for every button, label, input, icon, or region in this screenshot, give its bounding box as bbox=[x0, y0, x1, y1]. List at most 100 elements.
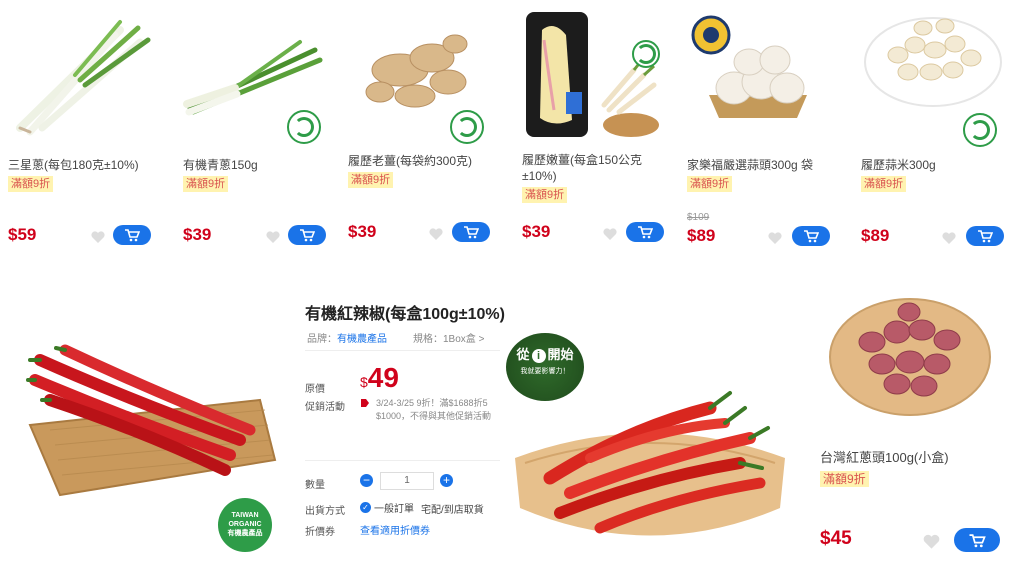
organic-certification-icon bbox=[287, 110, 321, 144]
product-image-red-chili-basket[interactable] bbox=[10, 330, 280, 505]
spec-row[interactable]: 規格：1Box盒 > bbox=[413, 330, 484, 345]
cart-icon bbox=[125, 229, 140, 242]
product-image-red-shallot[interactable] bbox=[812, 272, 1008, 422]
tag-icon bbox=[361, 399, 369, 407]
cart-icon bbox=[804, 230, 819, 243]
cart-icon bbox=[300, 229, 315, 242]
coupon-label: 折價券 bbox=[305, 527, 335, 538]
quantity-label: 數量 bbox=[305, 480, 325, 491]
promo-text-line2: $1000，不得與其他促銷活動 bbox=[376, 411, 492, 421]
spec-value[interactable]: 1Box盒 > bbox=[443, 334, 484, 345]
cart-icon bbox=[969, 533, 986, 547]
product-price: $89 bbox=[687, 226, 716, 245]
discount-badge: 滿額9折 bbox=[861, 176, 907, 192]
discount-badge: 滿額9折 bbox=[183, 176, 229, 192]
product-price: $59 bbox=[8, 225, 37, 244]
heart-icon[interactable] bbox=[428, 226, 444, 242]
product-card[interactable]: 台灣紅蔥頭100g(小盒) 滿額9折 $45 bbox=[812, 272, 1008, 572]
price-label: 原價 bbox=[305, 384, 325, 395]
promo-text-line1: 3/24-3/25 9折！滿$1688折5 bbox=[376, 398, 488, 408]
cart-icon bbox=[464, 226, 479, 239]
product-card[interactable]: 三星蔥(每包180克±10%) 滿額9折 $59 bbox=[0, 0, 158, 256]
heart-icon[interactable] bbox=[767, 230, 783, 246]
product-price: $39 bbox=[348, 222, 377, 241]
product-name[interactable]: 履歷老薑(每袋約300克) bbox=[348, 153, 491, 169]
promo-label: 促銷活動 bbox=[305, 402, 345, 413]
shipping-option-regular[interactable]: ✓ 一般訂單 bbox=[360, 500, 414, 515]
heart-icon[interactable] bbox=[941, 230, 957, 246]
currency-symbol: $ bbox=[360, 374, 368, 390]
discount-badge: 滿額9折 bbox=[348, 172, 394, 188]
promo-banner-headline: 從 i 開始 bbox=[506, 347, 584, 363]
organic-certification-icon bbox=[450, 110, 484, 144]
product-name[interactable]: 履歷蒜米300g bbox=[861, 157, 1004, 173]
check-circle-icon: ✓ bbox=[360, 502, 371, 513]
product-price: $39 bbox=[183, 225, 212, 244]
cart-icon bbox=[638, 226, 653, 239]
cart-icon bbox=[978, 230, 993, 243]
heart-icon[interactable] bbox=[922, 532, 941, 551]
organic-logo-line2: ORGANIC bbox=[228, 521, 262, 528]
brand-row: 品牌：有機農產品 bbox=[307, 330, 387, 345]
shipping-option-delivery[interactable]: 宅配/到店取貨 bbox=[421, 501, 484, 516]
add-to-cart-button[interactable] bbox=[452, 222, 490, 242]
add-to-cart-button[interactable] bbox=[954, 528, 1000, 552]
product-name[interactable]: 履歷嫩薑(每盒150公克±10%) bbox=[522, 152, 665, 184]
product-price: $39 bbox=[522, 222, 551, 241]
add-to-cart-button[interactable] bbox=[966, 226, 1004, 246]
price-value: 49 bbox=[367, 362, 399, 393]
organic-logo-line3: 有機農產品 bbox=[227, 530, 263, 537]
product-card[interactable]: 履歷嫩薑(每盒150公克±10%) 滿額9折 $39 bbox=[514, 0, 671, 256]
increase-quantity-button[interactable]: + bbox=[440, 474, 453, 487]
promo-banner-word-2: 開始 bbox=[547, 347, 574, 362]
product-name[interactable]: 有機青蔥150g bbox=[183, 157, 327, 173]
discount-badge: 滿額9折 bbox=[8, 176, 54, 192]
heart-icon[interactable] bbox=[265, 229, 281, 245]
product-card[interactable]: 履歷老薑(每袋約300克) 滿額9折 $39 bbox=[340, 0, 497, 256]
add-to-cart-button[interactable] bbox=[113, 225, 151, 245]
product-card[interactable]: 有機青蔥150g 滿額9折 $39 bbox=[175, 0, 333, 256]
organic-logo-line1: TAIWAN bbox=[231, 512, 259, 519]
product-image-garlic[interactable] bbox=[679, 0, 836, 140]
product-name[interactable]: 家樂福嚴選蒜頭300g 袋 bbox=[687, 157, 830, 173]
original-price: $109 bbox=[687, 212, 710, 223]
product-image-green-onion[interactable] bbox=[0, 0, 158, 140]
detail-price: $49 bbox=[360, 362, 399, 394]
product-name[interactable]: 三星蔥(每包180克±10%) bbox=[8, 157, 152, 173]
promo-banner-slogan: 我就要影響力！ bbox=[520, 368, 570, 375]
organic-logo: TAIWAN ORGANIC 有機農產品 bbox=[218, 498, 272, 552]
discount-badge: 滿額9折 bbox=[687, 176, 733, 192]
coupon-link[interactable]: 查看適用折價券 bbox=[360, 522, 430, 537]
brand-label: 品牌： bbox=[307, 334, 337, 345]
product-name[interactable]: 台灣紅蔥頭100g(小盒) bbox=[820, 450, 1002, 466]
product-card[interactable]: 家樂福嚴選蒜頭300g 袋 滿額9折 $109 $89 bbox=[679, 0, 836, 256]
plus-icon: + bbox=[442, 473, 450, 487]
promo-banner[interactable]: 從 i 開始 我就要影響力！ bbox=[506, 333, 584, 401]
product-title: 有機紅辣椒(每盒100g±10%) bbox=[305, 306, 505, 323]
quantity-input[interactable]: 1 bbox=[380, 472, 434, 490]
brand-link[interactable]: 有機農產品 bbox=[337, 334, 387, 345]
add-to-cart-button[interactable] bbox=[288, 225, 326, 245]
promo-banner-word-1: 從 bbox=[516, 347, 530, 362]
organic-certification-icon bbox=[632, 40, 660, 68]
heart-icon[interactable] bbox=[602, 226, 618, 242]
discount-badge: 滿額9折 bbox=[820, 471, 869, 487]
organic-certification-icon bbox=[963, 113, 997, 147]
product-price: $45 bbox=[820, 528, 852, 549]
promo-banner-i: i bbox=[531, 349, 546, 363]
divider bbox=[305, 460, 500, 461]
product-price: $89 bbox=[861, 226, 890, 245]
product-image-young-ginger[interactable] bbox=[514, 0, 671, 140]
product-card[interactable]: 履歷蒜米300g 滿額9折 $89 bbox=[853, 0, 1010, 256]
spec-label: 規格： bbox=[413, 334, 443, 345]
decrease-quantity-button[interactable]: − bbox=[360, 474, 373, 487]
heart-icon[interactable] bbox=[90, 229, 106, 245]
divider bbox=[305, 350, 500, 351]
add-to-cart-button[interactable] bbox=[626, 222, 664, 242]
shipping-option-regular-label: 一般訂單 bbox=[374, 504, 414, 515]
add-to-cart-button[interactable] bbox=[792, 226, 830, 246]
discount-badge: 滿額9折 bbox=[522, 187, 568, 203]
shipping-label: 出貨方式 bbox=[305, 506, 345, 517]
promo-text[interactable]: 3/24-3/25 9折！滿$1688折5 $1000，不得與其他促銷活動 bbox=[376, 397, 504, 423]
minus-icon: − bbox=[362, 473, 370, 487]
